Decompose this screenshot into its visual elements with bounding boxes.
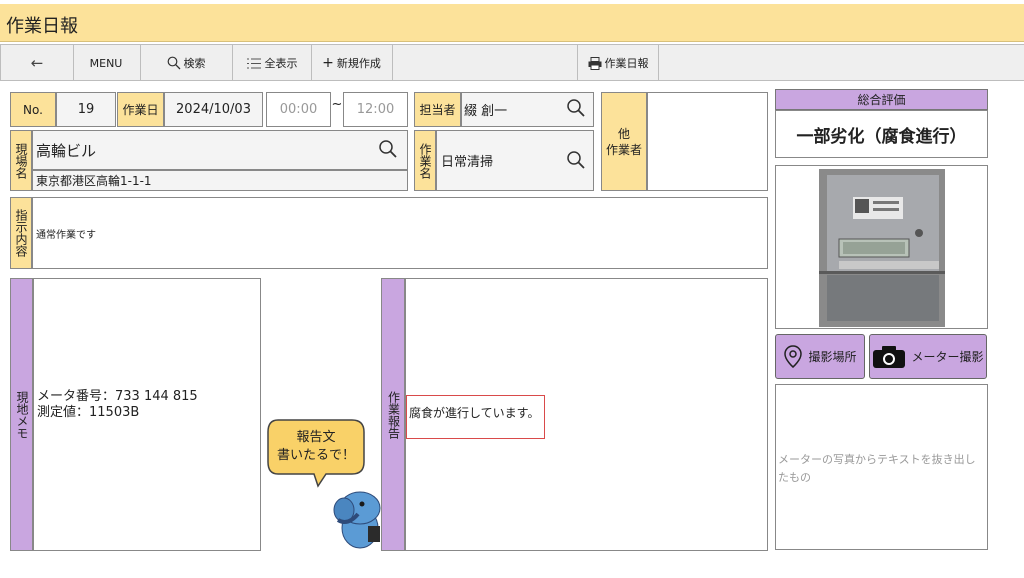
site-name-field[interactable]: 高輪ビル [32, 130, 408, 170]
start-time-field[interactable]: 00:00 [266, 92, 331, 127]
list-icon [246, 58, 261, 68]
no-label: No. [10, 92, 56, 127]
work-label: 作業名 [414, 130, 436, 191]
menu-button[interactable]: MENU [72, 45, 141, 81]
back-arrow-icon: ← [30, 54, 44, 72]
time-separator: ~ [331, 97, 343, 112]
person-search-icon[interactable] [566, 98, 586, 118]
camera-icon [873, 345, 906, 368]
title-bar: 作業日報 [0, 4, 1024, 42]
other-workers-label: 他 作業者 [601, 92, 647, 191]
meter-photo[interactable] [819, 169, 945, 327]
date-field[interactable]: 2024/10/03 [164, 92, 263, 127]
location-button[interactable]: 撮影場所 [775, 334, 865, 379]
instruction-field[interactable]: 通常作業です [32, 197, 768, 269]
back-button[interactable]: ← [0, 45, 74, 81]
map-pin-icon [784, 344, 803, 368]
site-address-field[interactable]: 東京都港区高輪1-1-1 [32, 170, 408, 191]
site-label: 現場名 [10, 130, 32, 191]
memo-label: 現地メモ [10, 278, 33, 551]
mascot-speech-bubble: 報告文 書いたるで！ [266, 418, 366, 490]
memo-field[interactable]: メータ番号：733 144 815 測定値：11503B [33, 278, 261, 551]
show-all-button[interactable]: 全表示 [232, 45, 312, 81]
end-time-field[interactable]: 12:00 [343, 92, 408, 127]
no-field[interactable]: 19 [56, 92, 116, 127]
work-search-icon[interactable] [566, 150, 586, 170]
evaluation-label: 総合評価 [775, 89, 988, 110]
site-search-icon[interactable] [378, 139, 398, 159]
search-button[interactable]: 検索 [140, 45, 233, 81]
person-label: 担当者 [414, 92, 461, 127]
date-label: 作業日 [117, 92, 164, 127]
instruction-label: 指示内容 [10, 197, 32, 269]
printer-icon [588, 56, 601, 70]
other-workers-field[interactable] [647, 92, 768, 191]
ocr-text-field[interactable]: メーターの写真からテキストを抜き出したもの [775, 384, 988, 550]
report-label: 作業報告 [381, 278, 405, 551]
toolbar: ← MENU 検索 全表示 + 新規作成 作業日報 [0, 44, 1024, 81]
page-title: 作業日報 [6, 16, 78, 37]
photo-panel [775, 165, 988, 329]
elephant-mascot-icon [333, 491, 381, 549]
new-button[interactable]: + 新規作成 [311, 45, 393, 81]
meter-capture-button[interactable]: メーター撮影 [869, 334, 987, 379]
search-icon [167, 56, 180, 70]
evaluation-field[interactable]: 一部劣化（腐食進行） [775, 110, 988, 158]
plus-icon: + [322, 55, 334, 71]
report-text-area[interactable]: 腐食が進行しています。 [406, 395, 545, 439]
daily-report-button[interactable]: 作業日報 [577, 45, 659, 81]
